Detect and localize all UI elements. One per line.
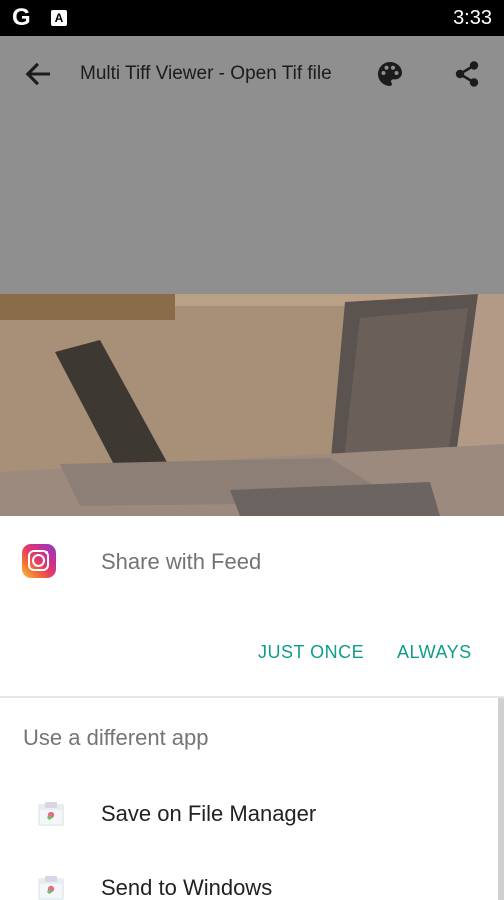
other-apps-heading: Use a different app bbox=[23, 725, 209, 750]
app-icon bbox=[38, 876, 64, 900]
google-icon: G bbox=[12, 4, 31, 31]
back-arrow-icon[interactable] bbox=[22, 58, 54, 90]
list-item[interactable]: Save on File Manager bbox=[0, 778, 496, 852]
just-once-button[interactable]: JUST ONCE bbox=[258, 640, 364, 664]
share-icon[interactable] bbox=[453, 60, 481, 88]
other-apps-list: Use a different app Save on File Manager bbox=[0, 698, 504, 900]
background-photo bbox=[0, 294, 504, 516]
scrollbar[interactable] bbox=[498, 698, 504, 900]
app-icon bbox=[38, 802, 64, 826]
status-time: 3:33 bbox=[453, 7, 492, 29]
suggested-app-label: Share with Feed bbox=[101, 549, 262, 574]
share-sheet: Share with Feed JUST ONCE ALWAYS Use a d… bbox=[0, 516, 504, 900]
notification-a-icon: A bbox=[51, 10, 67, 26]
palette-icon[interactable] bbox=[376, 60, 404, 88]
app-background: Multi Tiff Viewer - Open Tif file bbox=[0, 36, 504, 296]
always-button[interactable]: ALWAYS bbox=[397, 640, 472, 664]
suggested-app-section: Share with Feed JUST ONCE ALWAYS bbox=[0, 516, 504, 696]
instagram-lens bbox=[32, 554, 45, 567]
list-item-label: Send to Windows bbox=[101, 875, 273, 900]
list-item[interactable]: Send to Windows bbox=[0, 852, 496, 900]
instagram-dot bbox=[45, 551, 48, 554]
app-title: Multi Tiff Viewer - Open Tif file bbox=[80, 63, 332, 84]
app-toolbar: Multi Tiff Viewer - Open Tif file bbox=[0, 36, 504, 112]
status-bar: G A 3:33 bbox=[0, 0, 504, 36]
instagram-icon bbox=[22, 544, 56, 578]
list-item-label: Save on File Manager bbox=[101, 801, 317, 826]
screen: G A 3:33 Multi Tiff Viewer - Open Tif fi… bbox=[0, 0, 504, 900]
